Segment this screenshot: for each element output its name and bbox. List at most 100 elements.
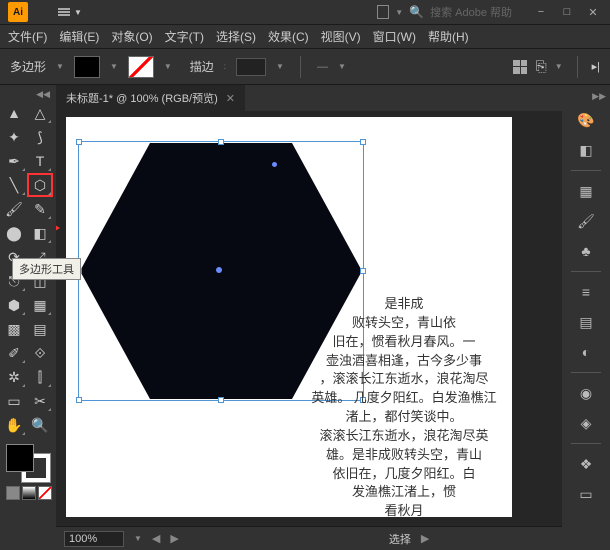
chevron-down-icon[interactable]: ▼: [276, 62, 284, 71]
menu-edit[interactable]: 编辑(E): [59, 28, 99, 45]
eraser-tool[interactable]: ◧: [28, 222, 52, 244]
menu-file[interactable]: 文件(F): [8, 28, 47, 45]
paintbrush-tool[interactable]: 🖌: [2, 198, 26, 220]
magic-wand-tool[interactable]: ✦: [2, 126, 26, 148]
color-mode-none[interactable]: [38, 486, 52, 500]
resize-handle[interactable]: [360, 139, 366, 145]
collapse-tools-icon[interactable]: ◀◀: [2, 89, 54, 100]
menu-effect[interactable]: 效果(C): [268, 28, 309, 45]
minimize-button[interactable]: −: [532, 6, 550, 19]
symbols-panel-icon[interactable]: ♣: [574, 239, 598, 263]
transparency-panel-icon[interactable]: ◐: [574, 340, 598, 364]
polygon-tool[interactable]: ⬡: [28, 174, 52, 196]
layers-panel-icon[interactable]: ❖: [574, 452, 598, 476]
type-tool[interactable]: T: [28, 150, 52, 172]
appearance-panel-icon[interactable]: ◉: [574, 381, 598, 405]
slice-tool[interactable]: ✂: [28, 390, 52, 412]
maximize-button[interactable]: □: [558, 6, 576, 19]
hand-tool[interactable]: ✋: [2, 414, 26, 436]
direct-selection-tool[interactable]: △: [28, 102, 52, 124]
resize-handle[interactable]: [360, 268, 366, 274]
gradient-tool[interactable]: ▤: [28, 318, 52, 340]
zoom-tool[interactable]: 🔍: [28, 414, 52, 436]
line-tool[interactable]: ╲: [2, 174, 26, 196]
stroke-panel-icon[interactable]: ≡: [574, 280, 598, 304]
document-tab[interactable]: 未标题-1* @ 100% (RGB/预览) ✕: [56, 85, 245, 111]
chevron-down-icon[interactable]: ▼: [56, 62, 64, 71]
resize-handle[interactable]: [218, 397, 224, 403]
status-bar: 100% ▼ ◀ ▶ 选择 ▶: [56, 526, 562, 550]
graphic-styles-panel-icon[interactable]: ◈: [574, 411, 598, 435]
next-artboard-icon[interactable]: ▶: [170, 532, 178, 545]
mesh-tool[interactable]: ▩: [2, 318, 26, 340]
shape-type-label: 多边形: [10, 58, 46, 75]
blob-brush-tool[interactable]: ⬤: [2, 222, 26, 244]
document-tabs: 未标题-1* @ 100% (RGB/预览) ✕: [56, 85, 562, 111]
menu-view[interactable]: 视图(V): [321, 28, 361, 45]
area-type-text[interactable]: 是非成 败转头空，青山依 旧在，惯看秋月春风。一 壶浊酒喜相逢，古今多少事 ，滚…: [296, 295, 512, 521]
close-button[interactable]: ✕: [584, 6, 602, 19]
brushes-panel-icon[interactable]: 🖌: [574, 209, 598, 233]
blend-tool[interactable]: ⟐: [28, 342, 52, 364]
menu-object[interactable]: 对象(O): [111, 28, 152, 45]
selection-tool[interactable]: ▲: [2, 102, 26, 124]
pen-tool[interactable]: ✒: [2, 150, 26, 172]
graph-tool[interactable]: ⫿: [28, 366, 52, 388]
stroke-weight-input[interactable]: [236, 58, 266, 76]
stroke-swatch[interactable]: [128, 56, 154, 78]
artboard-tool[interactable]: ▭: [2, 390, 26, 412]
chevron-down-icon[interactable]: ▼: [134, 534, 142, 543]
gradient-panel-icon[interactable]: ▤: [574, 310, 598, 334]
chevron-down-icon: ▼: [395, 8, 403, 17]
menu-bar: 文件(F) 编辑(E) 对象(O) 文字(T) 选择(S) 效果(C) 视图(V…: [0, 25, 610, 49]
collapse-panels-icon[interactable]: ▶▶: [592, 91, 606, 102]
right-panel-dock: ▶▶ 🎨 ◧ ▦ 🖌 ♣ ≡ ▤ ◐ ◉ ◈ ❖ ▭: [562, 85, 610, 550]
prev-artboard-icon[interactable]: ◀: [152, 532, 160, 545]
chevron-down-icon[interactable]: ▼: [110, 62, 118, 71]
tool-tooltip: 多边形工具: [12, 258, 81, 280]
swatches-panel-icon[interactable]: ▦: [574, 179, 598, 203]
resize-handle[interactable]: [76, 397, 82, 403]
color-mode-gradient[interactable]: [22, 486, 36, 500]
expand-panel-icon[interactable]: ▸|: [592, 60, 600, 73]
options-bar: 多边形 ▼ ▼ ▼ 描边 : ▼ — ▼ ⎘ ▼ ▸|: [0, 49, 610, 85]
workspace-switcher[interactable]: ▼: [58, 8, 82, 17]
symbol-sprayer-tool[interactable]: ✲: [2, 366, 26, 388]
arrange-documents-icon[interactable]: [377, 5, 389, 19]
resize-handle[interactable]: [76, 139, 82, 145]
shape-builder-tool[interactable]: ⬢: [2, 294, 26, 316]
document-setup-icon[interactable]: ⎘: [535, 58, 546, 75]
chevron-down-icon[interactable]: ▼: [338, 62, 346, 71]
artboards-panel-icon[interactable]: ▭: [574, 482, 598, 506]
chevron-down-icon[interactable]: ▼: [164, 62, 172, 71]
status-menu-icon[interactable]: ▶: [421, 532, 429, 545]
artboard[interactable]: 是非成 败转头空，青山依 旧在，惯看秋月春风。一 壶浊酒喜相逢，古今多少事 ，滚…: [66, 117, 512, 517]
zoom-input[interactable]: 100%: [64, 531, 124, 547]
stroke-style-dropdown[interactable]: —: [317, 61, 328, 73]
title-bar: Ai ▼ ▼ 🔍 搜索 Adobe 帮助 − □ ✕: [0, 0, 610, 25]
app-logo: Ai: [8, 2, 28, 22]
status-selection-label: 选择: [389, 531, 411, 547]
pencil-tool[interactable]: ✎: [28, 198, 52, 220]
perspective-tool[interactable]: ▦: [28, 294, 52, 316]
fill-stroke-swatch[interactable]: [6, 444, 50, 482]
color-guide-panel-icon[interactable]: ◧: [574, 138, 598, 162]
menu-help[interactable]: 帮助(H): [428, 28, 469, 45]
close-tab-icon[interactable]: ✕: [226, 92, 235, 105]
align-icon[interactable]: [513, 60, 527, 74]
color-mode-solid[interactable]: [6, 486, 20, 500]
tools-panel: ◀◀ ▲ △ ✦ ⟆ ✒ T ╲ ⬡ 🖌 ✎ ⬤ ◧ ⟳ ⤢ ⎋: [0, 85, 56, 550]
search-icon[interactable]: 🔍: [409, 5, 424, 19]
resize-handle[interactable]: [218, 139, 224, 145]
tab-title: 未标题-1* @ 100% (RGB/预览): [66, 90, 218, 106]
color-panel-icon[interactable]: 🎨: [574, 108, 598, 132]
menu-select[interactable]: 选择(S): [216, 28, 256, 45]
menu-type[interactable]: 文字(T): [165, 28, 204, 45]
menu-window[interactable]: 窗口(W): [373, 28, 416, 45]
fill-swatch[interactable]: [74, 56, 100, 78]
chevron-down-icon[interactable]: ▼: [555, 62, 563, 71]
eyedropper-tool[interactable]: ✐: [2, 342, 26, 364]
search-input[interactable]: 搜索 Adobe 帮助: [430, 4, 512, 20]
lasso-tool[interactable]: ⟆: [28, 126, 52, 148]
canvas-area[interactable]: 是非成 败转头空，青山依 旧在，惯看秋月春风。一 壶浊酒喜相逢，古今多少事 ，滚…: [56, 111, 562, 526]
